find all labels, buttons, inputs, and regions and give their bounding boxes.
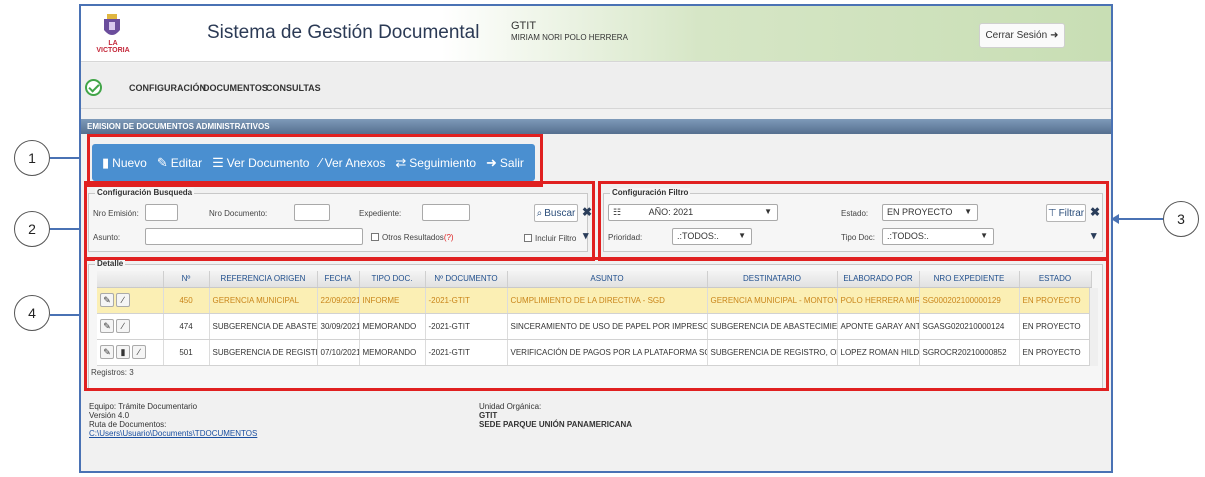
callout-3: 3 [1163, 201, 1199, 237]
main-menu: CONFIGURACIÓN DOCUMENTOS CONSULTAS [81, 63, 1111, 109]
callout-1: 1 [14, 140, 50, 176]
highlight-box-1 [87, 134, 543, 187]
section-title: EMISION DE DOCUMENTOS ADMINISTRATIVOS [81, 119, 1111, 134]
callout-4: 4 [14, 295, 50, 331]
callout-3-label: 3 [1177, 211, 1185, 227]
org-name: GTIT [511, 20, 537, 32]
callout-4-label: 4 [28, 305, 36, 321]
logout-icon: ➜ [1050, 30, 1059, 41]
footer-right: Unidad Orgánica: GTIT SEDE PARQUE UNIÓN … [479, 402, 632, 429]
callout-3-arrow [1111, 214, 1163, 224]
callout-2-label: 2 [28, 221, 36, 237]
callout-2: 2 [14, 211, 50, 247]
highlight-box-3 [598, 181, 1109, 261]
logo-text: LA VICTORIA [96, 40, 130, 54]
app-title: Sistema de Gestión Documental [207, 22, 480, 43]
municipality-logo: LA VICTORIA [91, 14, 135, 54]
ruta-link[interactable]: C:\Users\Usuario\Documents\TDOCUMENTOS [89, 429, 257, 438]
app-window: LA VICTORIA Sistema de Gestión Documenta… [79, 4, 1113, 473]
menu-configuracion[interactable]: CONFIGURACIÓN [129, 83, 206, 93]
menu-documentos[interactable]: DOCUMENTOS [203, 83, 268, 93]
highlight-box-4 [84, 257, 1109, 391]
callout-1-label: 1 [28, 150, 36, 166]
logout-button[interactable]: Cerrar Sesión ➜ [979, 23, 1065, 48]
crest-icon [104, 14, 120, 35]
status-check-icon [85, 79, 102, 96]
highlight-box-2 [84, 181, 595, 261]
unidad-value: GTIT [479, 411, 498, 420]
footer: Equipo: Trámite Documentario Versión 4.0… [81, 396, 1111, 471]
logout-label: Cerrar Sesión [985, 30, 1048, 41]
menu-consultas[interactable]: CONSULTAS [266, 83, 321, 93]
app-header: LA VICTORIA Sistema de Gestión Documenta… [81, 6, 1111, 62]
user-name: MIRIAM NORI POLO HERRERA [511, 33, 628, 42]
sede-text: SEDE PARQUE UNIÓN PANAMERICANA [479, 420, 633, 429]
equipo-text: Equipo: Trámite Documentario [89, 402, 198, 411]
footer-left: Equipo: Trámite Documentario Versión 4.0… [89, 402, 257, 438]
unidad-label: Unidad Orgánica: [479, 402, 542, 411]
version-text: Versión 4.0 [89, 411, 130, 420]
ruta-label: Ruta de Documentos: [89, 420, 167, 429]
